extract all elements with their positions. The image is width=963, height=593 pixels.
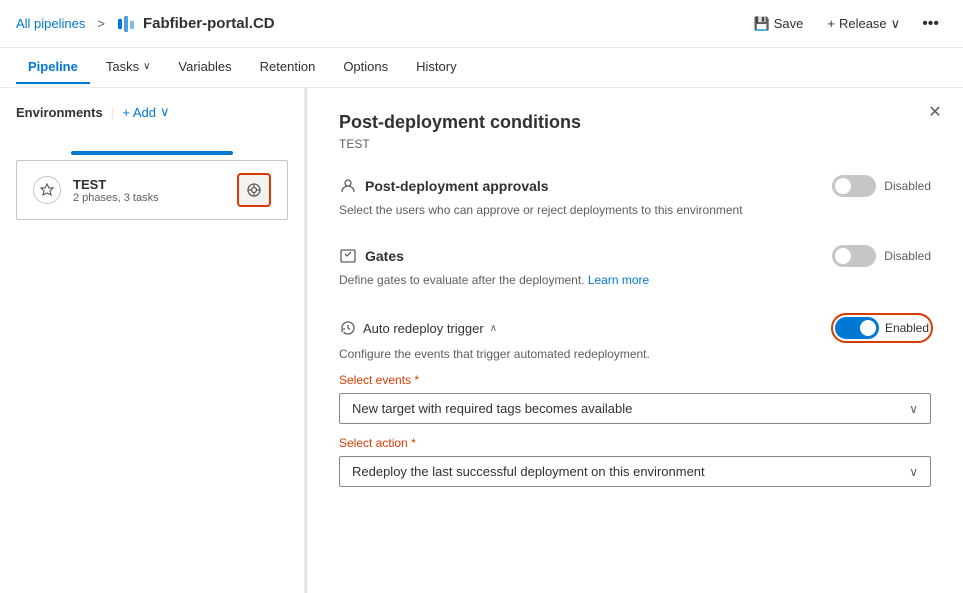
header: All pipelines > Fabfiber-portal.CD 💾 Sav… bbox=[0, 0, 963, 48]
env-divider: | bbox=[111, 105, 115, 120]
ellipsis-icon: ••• bbox=[922, 15, 939, 32]
tab-options[interactable]: Options bbox=[331, 51, 400, 84]
gates-toggle-wrapper: Disabled bbox=[832, 245, 931, 267]
header-right: 💾 Save + Release ∨ ••• bbox=[744, 10, 947, 38]
more-button[interactable]: ••• bbox=[914, 10, 947, 38]
select-action-group: Select action * Redeploy the last succes… bbox=[339, 436, 931, 487]
gates-toggle[interactable] bbox=[832, 245, 876, 267]
tab-retention[interactable]: Retention bbox=[248, 51, 328, 84]
right-panel: ✕ Post-deployment conditions TEST Post-d… bbox=[305, 88, 963, 593]
approvals-desc: Select the users who can approve or reje… bbox=[339, 203, 931, 217]
select-action-chevron-icon: ∨ bbox=[909, 465, 918, 479]
auto-redeploy-desc: Configure the events that trigger automa… bbox=[339, 347, 931, 361]
approvals-title: Post-deployment approvals bbox=[339, 177, 549, 195]
pipeline-icon bbox=[117, 15, 135, 33]
add-environment-button[interactable]: + Add ∨ bbox=[122, 104, 169, 120]
post-deploy-conditions-button[interactable] bbox=[237, 173, 271, 207]
environments-label: Environments bbox=[16, 105, 103, 120]
env-meta: 2 phases, 3 tasks bbox=[73, 192, 225, 204]
approvals-icon bbox=[339, 177, 357, 195]
auto-redeploy-toggle[interactable] bbox=[835, 317, 879, 339]
release-button[interactable]: + Release ∨ bbox=[817, 11, 910, 37]
learn-more-link[interactable]: Learn more bbox=[588, 273, 649, 287]
env-name: TEST bbox=[73, 177, 225, 192]
gates-toggle-label: Disabled bbox=[884, 249, 931, 263]
env-card-accent bbox=[71, 151, 233, 155]
tab-variables[interactable]: Variables bbox=[166, 51, 243, 84]
save-button[interactable]: 💾 Save bbox=[744, 11, 814, 37]
nav-tabs: Pipeline Tasks ∨ Variables Retention Opt… bbox=[0, 48, 963, 88]
select-events-group: Select events * New target with required… bbox=[339, 373, 931, 424]
select-events-label: Select events * bbox=[339, 373, 931, 387]
header-left: All pipelines > Fabfiber-portal.CD bbox=[16, 15, 275, 33]
add-chevron-icon: ∨ bbox=[160, 104, 170, 120]
main-content: Environments | + Add ∨ TEST 2 phases, 3 … bbox=[0, 88, 963, 593]
approvals-toggle-label: Disabled bbox=[884, 179, 931, 193]
save-label: Save bbox=[774, 16, 804, 31]
approvals-toggle[interactable] bbox=[832, 175, 876, 197]
breadcrumb-link[interactable]: All pipelines bbox=[16, 16, 85, 31]
plus-icon: + bbox=[827, 16, 835, 31]
auto-redeploy-label: Auto redeploy trigger bbox=[363, 321, 484, 336]
release-label: Release bbox=[839, 16, 887, 31]
env-info: TEST 2 phases, 3 tasks bbox=[73, 177, 225, 204]
gates-title: Gates bbox=[339, 247, 404, 265]
select-action-dropdown[interactable]: Redeploy the last successful deployment … bbox=[339, 456, 931, 487]
select-action-required: * bbox=[411, 436, 416, 450]
panel-subtitle: TEST bbox=[339, 137, 931, 151]
select-action-label: Select action * bbox=[339, 436, 931, 450]
release-chevron-icon: ∨ bbox=[891, 16, 901, 32]
breadcrumb-sep: > bbox=[97, 16, 105, 31]
select-events-dropdown[interactable]: New target with required tags becomes av… bbox=[339, 393, 931, 424]
approvals-section: Post-deployment approvals Disabled Selec… bbox=[339, 175, 931, 217]
gates-desc: Define gates to evaluate after the deplo… bbox=[339, 273, 931, 287]
auto-redeploy-header: Auto redeploy trigger ∧ Enabled bbox=[339, 315, 931, 341]
tasks-chevron-icon: ∨ bbox=[143, 61, 150, 72]
auto-redeploy-toggle-label: Enabled bbox=[885, 321, 929, 335]
save-disk-icon: 💾 bbox=[754, 16, 770, 32]
auto-redeploy-section: Auto redeploy trigger ∧ Enabled Configur… bbox=[339, 315, 931, 487]
select-events-chevron-icon: ∨ bbox=[909, 402, 918, 416]
gates-icon bbox=[339, 247, 357, 265]
pre-deploy-icon[interactable] bbox=[33, 176, 61, 204]
select-events-required: * bbox=[414, 373, 419, 387]
left-panel: Environments | + Add ∨ TEST 2 phases, 3 … bbox=[0, 88, 305, 593]
auto-redeploy-title-row: Auto redeploy trigger ∧ bbox=[339, 319, 497, 337]
environment-card: TEST 2 phases, 3 tasks bbox=[16, 160, 288, 220]
auto-redeploy-toggle-highlighted: Enabled bbox=[833, 315, 931, 341]
select-events-value: New target with required tags becomes av… bbox=[352, 401, 632, 416]
tab-history[interactable]: History bbox=[404, 51, 468, 84]
tab-tasks[interactable]: Tasks ∨ bbox=[94, 51, 163, 84]
environments-header: Environments | + Add ∨ bbox=[16, 104, 288, 120]
tab-pipeline[interactable]: Pipeline bbox=[16, 51, 90, 84]
auto-redeploy-chevron-icon: ∧ bbox=[490, 323, 497, 334]
pipeline-title: Fabfiber-portal.CD bbox=[143, 15, 275, 32]
approvals-header: Post-deployment approvals Disabled bbox=[339, 175, 931, 197]
panel-title: Post-deployment conditions bbox=[339, 112, 931, 133]
close-icon: ✕ bbox=[928, 102, 941, 122]
auto-redeploy-icon bbox=[339, 319, 357, 337]
approvals-toggle-wrapper: Disabled bbox=[832, 175, 931, 197]
select-action-value: Redeploy the last successful deployment … bbox=[352, 464, 705, 479]
gates-section: Gates Disabled Define gates to evaluate … bbox=[339, 245, 931, 287]
panel-close-button[interactable]: ✕ bbox=[923, 100, 947, 124]
gates-header: Gates Disabled bbox=[339, 245, 931, 267]
